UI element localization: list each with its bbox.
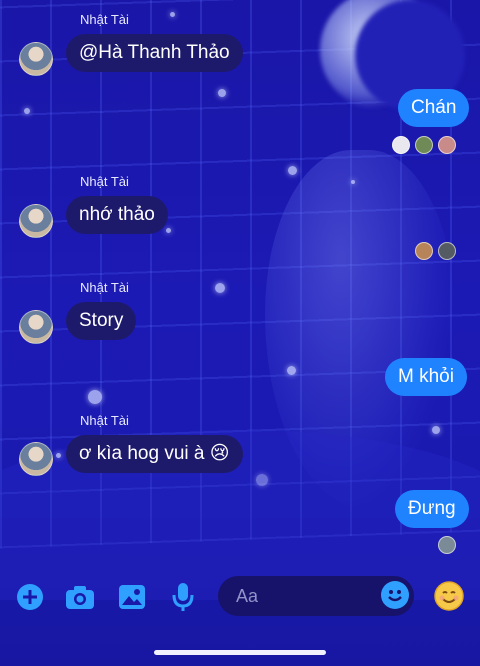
avatar — [438, 136, 456, 154]
sparkle — [288, 166, 297, 175]
home-indicator[interactable] — [154, 650, 326, 655]
outgoing-message[interactable]: M khỏi — [385, 358, 467, 396]
outgoing-message[interactable]: Chán — [398, 89, 470, 127]
sticker-emoji-icon[interactable] — [433, 580, 465, 612]
avatar — [392, 136, 410, 154]
plus-icon[interactable] — [15, 582, 45, 612]
sender-name: Nhật Tài — [80, 174, 129, 189]
sparkle — [256, 474, 268, 486]
sparkle — [170, 12, 175, 17]
camera-icon[interactable] — [65, 582, 95, 612]
incoming-message[interactable]: Story — [66, 302, 137, 340]
outgoing-message[interactable]: Đưng — [395, 490, 469, 528]
incoming-message[interactable]: nhớ thảo — [66, 196, 168, 234]
sparkle — [24, 108, 30, 114]
sparkle — [215, 283, 225, 293]
microphone-icon[interactable] — [168, 582, 198, 612]
avatar[interactable] — [19, 442, 53, 476]
avatar — [438, 242, 456, 260]
image-icon[interactable] — [117, 582, 147, 612]
emoji-icon[interactable] — [381, 581, 409, 609]
sparkle — [56, 453, 61, 458]
sparkle — [166, 228, 171, 233]
message-composer: Aa — [0, 568, 480, 628]
sparkle — [287, 366, 296, 375]
seen-avatar — [438, 536, 456, 554]
sender-name: Nhật Tài — [80, 12, 129, 27]
sender-name: Nhật Tài — [80, 280, 129, 295]
avatar — [415, 136, 433, 154]
incoming-message[interactable]: ơ kìa hog vui à 😢 — [66, 435, 243, 473]
sparkle — [351, 180, 355, 184]
avatar[interactable] — [19, 310, 53, 344]
sender-name: Nhật Tài — [80, 413, 129, 428]
sparkle — [432, 426, 440, 434]
avatar[interactable] — [19, 42, 53, 76]
sparkle — [88, 390, 102, 404]
incoming-message[interactable]: @Hà Thanh Thảo — [66, 34, 243, 72]
avatar — [415, 242, 433, 260]
sparkle — [218, 89, 226, 97]
avatar[interactable] — [19, 204, 53, 238]
